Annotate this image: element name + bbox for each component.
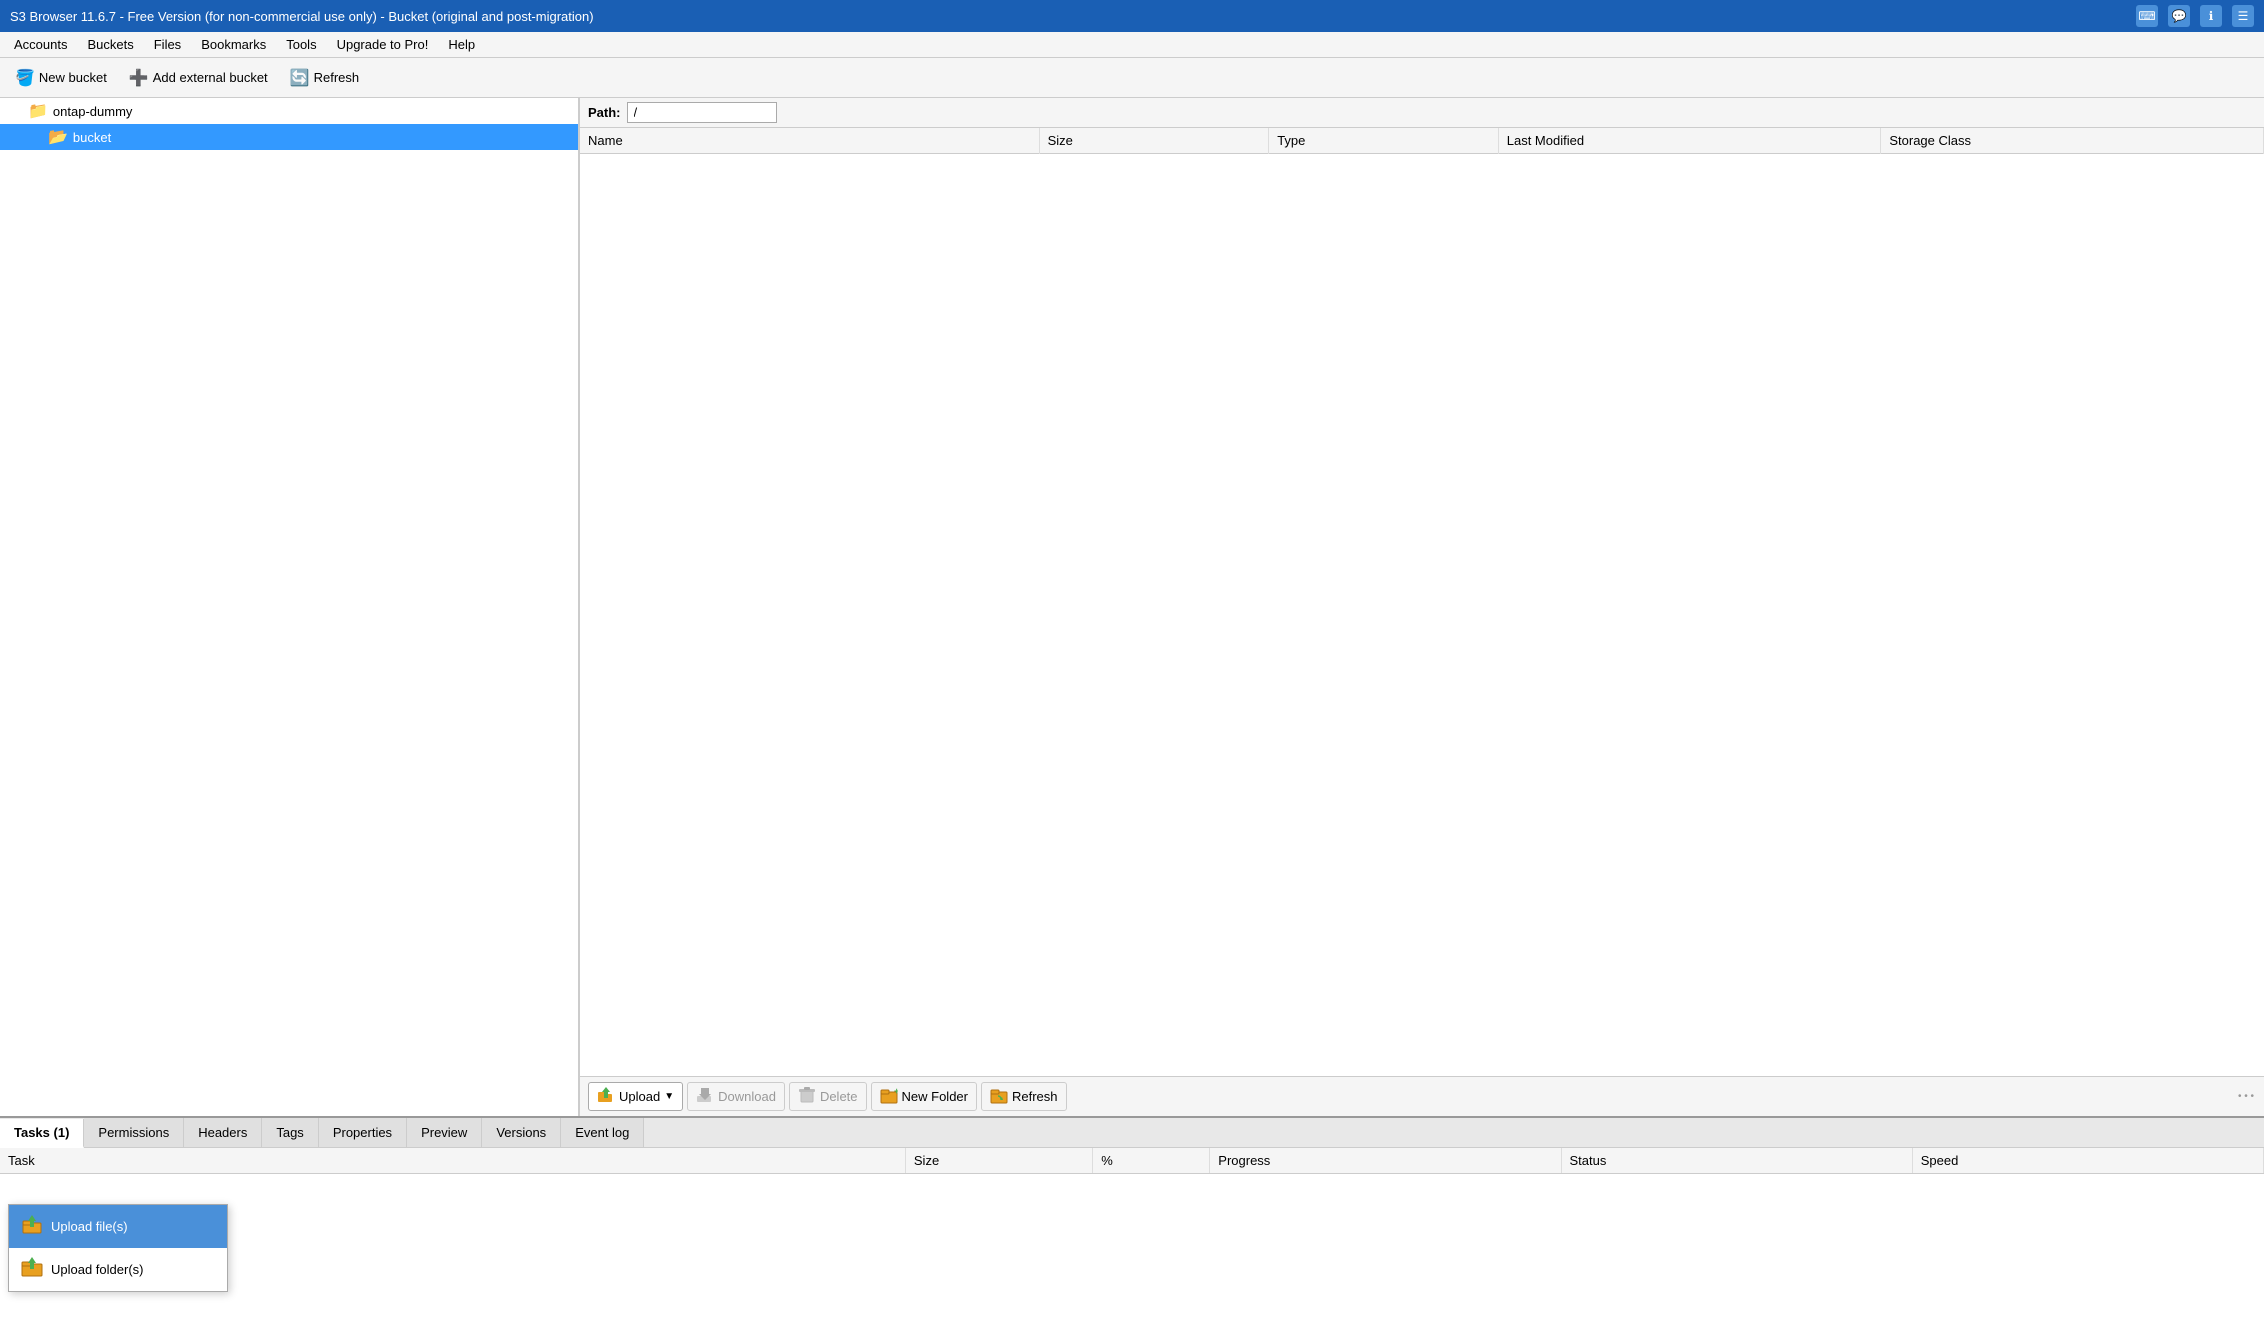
menu-bookmarks[interactable]: Bookmarks [191,34,276,55]
tab-event-log[interactable]: Event log [561,1118,644,1147]
refresh-button[interactable]: 🔄 Refresh [281,64,368,92]
tab-tags[interactable]: Tags [262,1118,318,1147]
title-bar: S3 Browser 11.6.7 - Free Version (for no… [0,0,2264,32]
download-label: Download [718,1089,776,1104]
tasks-col-status: Status [1561,1148,1912,1174]
new-bucket-button[interactable]: 🪣 New bucket [6,64,116,92]
title-bar-icons: ⌨ 💬 ℹ ☰ [2136,5,2254,27]
file-table-toolbar: Upload ▼ Download [580,1076,2264,1116]
list-icon[interactable]: ☰ [2232,5,2254,27]
menu-accounts[interactable]: Accounts [4,34,77,55]
bucket-icon: 📂 [48,127,68,147]
col-name[interactable]: Name [580,128,1039,154]
tasks-header-row: Task Size % Progress Status Speed [0,1148,2264,1174]
refresh-icon: 🔄 [290,68,310,88]
add-external-button[interactable]: ➕ Add external bucket [120,64,277,92]
tab-headers[interactable]: Headers [184,1118,262,1147]
file-refresh-button[interactable]: Refresh [981,1082,1067,1111]
delete-button[interactable]: Delete [789,1082,867,1111]
refresh-label: Refresh [314,70,360,85]
tab-permissions[interactable]: Permissions [84,1118,184,1147]
tasks-col-size: Size [905,1148,1092,1174]
upload-dropdown-arrow: ▼ [664,1091,674,1102]
menu-help[interactable]: Help [438,34,485,55]
folder-icon-root: 📁 [28,101,48,121]
main-content: 📁 ontap-dummy 📂 bucket Path: Name Size [0,98,2264,1116]
col-type[interactable]: Type [1269,128,1499,154]
path-input[interactable] [627,102,777,123]
new-folder-button[interactable]: + New Folder [871,1082,977,1111]
tab-preview[interactable]: Preview [407,1118,482,1147]
tree-label-bucket: bucket [73,130,111,145]
left-panel: 📁 ontap-dummy 📂 bucket [0,98,580,1116]
info-icon[interactable]: ℹ [2200,5,2222,27]
delete-label: Delete [820,1089,858,1104]
add-external-label: Add external bucket [153,70,268,85]
app-title: S3 Browser 11.6.7 - Free Version (for no… [10,9,594,24]
tasks-content: Task Size % Progress Status Speed [0,1148,2264,1336]
tabs-bar: Tasks (1) Permissions Headers Tags Prope… [0,1118,2264,1148]
tasks-col-speed: Speed [1912,1148,2263,1174]
table-header-row: Name Size Type Last Modified Storage Cla… [580,128,2264,154]
file-refresh-icon [990,1086,1008,1107]
tree-item-bucket[interactable]: 📂 bucket [0,124,578,150]
add-external-icon: ➕ [129,68,149,88]
col-last-modified[interactable]: Last Modified [1498,128,1881,154]
download-button[interactable]: Download [687,1082,785,1111]
tasks-col-progress: Progress [1210,1148,1561,1174]
tab-tasks[interactable]: Tasks (1) [0,1119,84,1148]
new-folder-icon: + [880,1086,898,1107]
upload-icon [597,1086,615,1107]
bottom-panel: Tasks (1) Permissions Headers Tags Prope… [0,1116,2264,1336]
drag-handle: • • • [2238,1091,2254,1102]
file-refresh-label: Refresh [1012,1089,1058,1104]
path-label: Path: [588,105,621,120]
tasks-col-percent: % [1093,1148,1210,1174]
new-bucket-label: New bucket [39,70,107,85]
new-bucket-icon: 🪣 [15,68,35,88]
svg-text:+: + [894,1086,898,1096]
main-toolbar: 🪣 New bucket ➕ Add external bucket 🔄 Ref… [0,58,2264,98]
file-table: Name Size Type Last Modified Storage Cla… [580,128,2264,1076]
menu-buckets[interactable]: Buckets [77,34,143,55]
upload-button[interactable]: Upload ▼ [588,1082,683,1111]
col-size[interactable]: Size [1039,128,1269,154]
tab-versions[interactable]: Versions [482,1118,561,1147]
right-panel: Path: Name Size Type Last Modified Stora… [580,98,2264,1116]
tab-properties[interactable]: Properties [319,1118,407,1147]
chat-icon[interactable]: 💬 [2168,5,2190,27]
menu-bar: Accounts Buckets Files Bookmarks Tools U… [0,32,2264,58]
tree-label-ontap-dummy: ontap-dummy [53,104,132,119]
menu-upgrade[interactable]: Upgrade to Pro! [327,34,439,55]
tree-item-ontap-dummy[interactable]: 📁 ontap-dummy [0,98,578,124]
menu-files[interactable]: Files [144,34,191,55]
new-folder-label: New Folder [902,1089,968,1104]
upload-label: Upload [619,1089,660,1104]
col-storage-class[interactable]: Storage Class [1881,128,2264,154]
menu-tools[interactable]: Tools [276,34,326,55]
keyboard-icon[interactable]: ⌨ [2136,5,2158,27]
delete-icon [798,1086,816,1107]
download-icon [696,1086,714,1107]
path-bar: Path: [580,98,2264,128]
tasks-col-task: Task [0,1148,905,1174]
